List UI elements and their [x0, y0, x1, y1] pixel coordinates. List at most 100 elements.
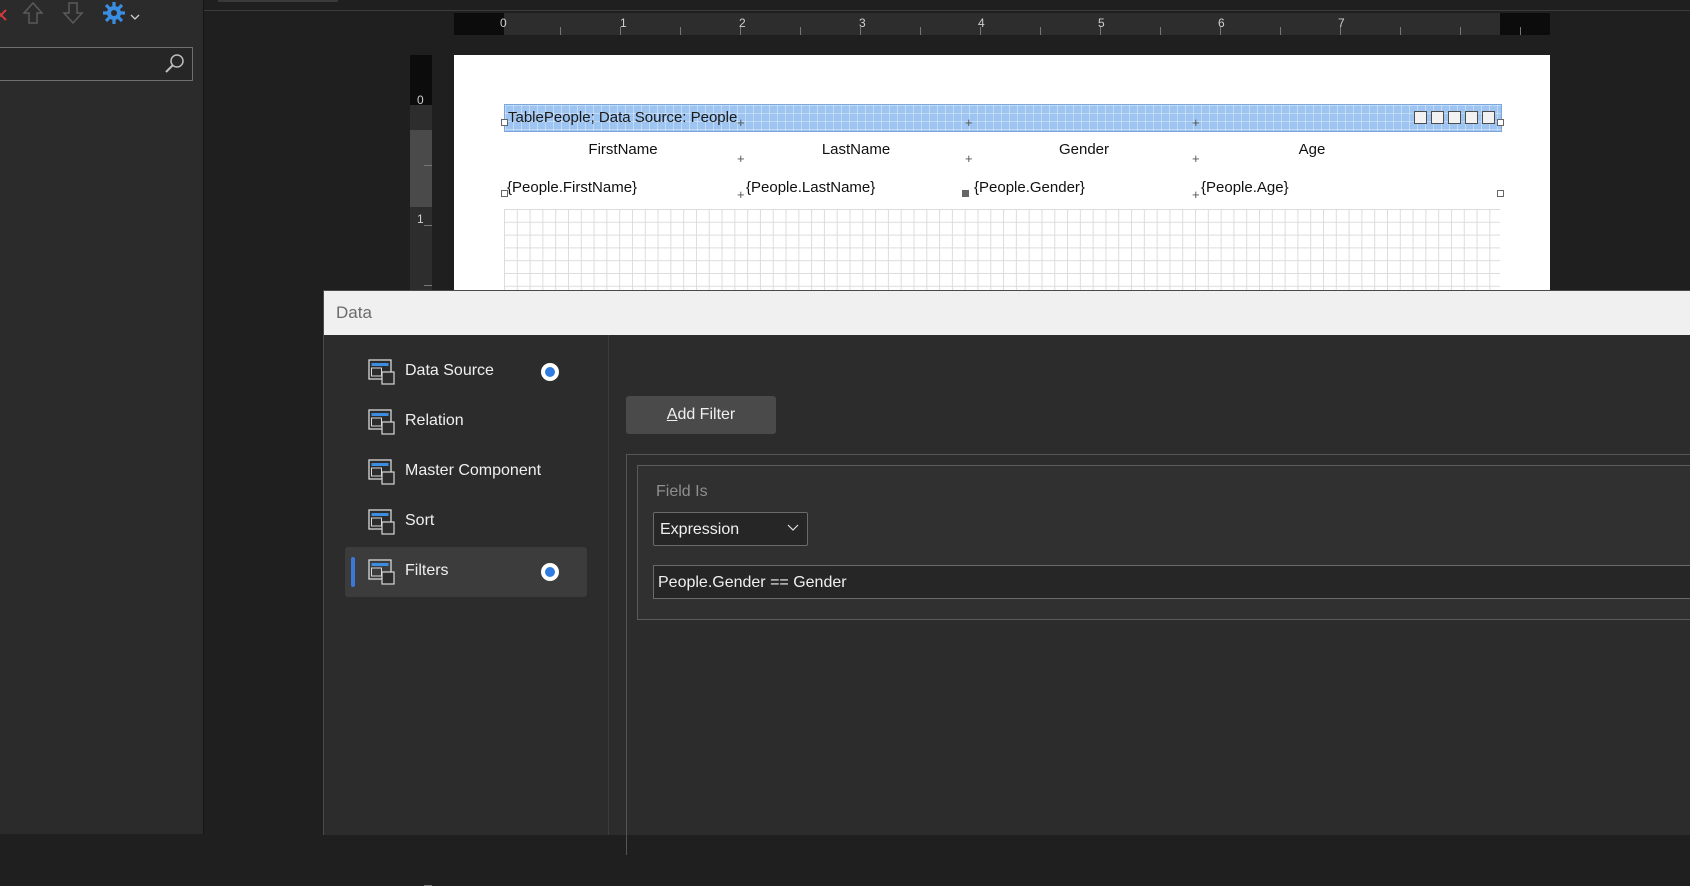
ruler-label: 6 [1218, 16, 1225, 30]
dialog-nav: Data Source Relation Master Component Sort F… [324, 335, 609, 835]
gear-icon[interactable] [102, 0, 126, 26]
ruler-label: 4 [978, 16, 985, 30]
column-header-age[interactable]: Age [1198, 141, 1426, 158]
cell-marker: + [965, 151, 973, 166]
data-dialog: Data Data Source Relation Master Component… [323, 290, 1690, 855]
cell-marker: + [1192, 115, 1200, 130]
resize-handle[interactable] [962, 190, 969, 197]
add-filter-button[interactable]: Add Filter [626, 396, 776, 434]
ruler-tick [1160, 27, 1161, 35]
nav-item-data-source[interactable]: Data Source [345, 347, 587, 397]
resize-handle[interactable] [501, 119, 508, 126]
nav-item-relation[interactable]: Relation [345, 397, 587, 447]
ruler-margin [1500, 13, 1550, 35]
chevron-down-icon [787, 524, 799, 531]
ruler-margin [454, 13, 504, 35]
ruler-label: 1 [417, 212, 424, 226]
ruler-tick [1100, 27, 1101, 35]
field-type-select[interactable]: Expression [653, 512, 808, 546]
filter-item: Field Is Expression People.Gender == Gen… [637, 465, 1690, 620]
search-icon[interactable] [164, 53, 186, 75]
band-tool-icon[interactable] [1448, 111, 1461, 124]
nav-item-label: Data Source [405, 362, 494, 379]
cell-firstname[interactable]: {People.FirstName} [507, 179, 637, 196]
cell-lastname[interactable]: {People.LastName} [746, 179, 875, 196]
ruler-tick [680, 27, 681, 35]
master-component-icon [368, 459, 395, 485]
nav-item-filters[interactable]: Filters [345, 547, 587, 597]
dialog-titlebar[interactable]: Data [324, 291, 1690, 335]
nav-item-sort[interactable]: Sort [345, 497, 587, 547]
cell-age[interactable]: {People.Age} [1201, 179, 1289, 196]
add-filter-mnemonic: A [666, 406, 678, 423]
field-type-value: Expression [660, 521, 740, 538]
resize-handle[interactable] [501, 190, 508, 197]
filter-icon [368, 559, 395, 585]
ruler-tick [560, 27, 561, 35]
resize-handle[interactable] [1497, 119, 1504, 126]
cell-gender[interactable]: {People.Gender} [974, 179, 1085, 196]
ruler-tick [800, 27, 801, 35]
relation-icon [368, 409, 395, 435]
ruler-tick [1280, 27, 1281, 35]
search-input[interactable] [0, 47, 193, 81]
column-header-firstname[interactable]: FirstName [504, 141, 742, 158]
ruler-tick [1220, 27, 1221, 35]
ruler-tick [424, 225, 432, 226]
ruler-tick [424, 285, 432, 286]
band-tool-icon[interactable] [1431, 111, 1444, 124]
ruler-label: 1 [620, 16, 627, 30]
copy-icon[interactable] [1482, 111, 1495, 124]
add-filter-label: dd Filter [677, 406, 736, 423]
ruler-tick [620, 27, 621, 35]
chevron-down-icon[interactable] [1465, 111, 1478, 124]
band-title: TablePeople; Data Source: People [508, 109, 738, 126]
nav-item-master-component[interactable]: Master Component [345, 447, 587, 497]
ruler-tick [980, 27, 981, 35]
cell-marker: + [965, 115, 973, 130]
horizontal-ruler: 01234567 [454, 13, 1550, 35]
ruler-label: 5 [1098, 16, 1105, 30]
expression-value: People.Gender == Gender [658, 574, 847, 591]
band-tool-icon[interactable] [1414, 111, 1427, 124]
chevron-down-icon[interactable] [130, 4, 140, 30]
dialog-content: Add Filter Field Is Expression People.Ge… [609, 335, 1690, 855]
cell-marker: + [1192, 151, 1200, 166]
ruler-label: 0 [417, 93, 424, 107]
ruler-tick [740, 27, 741, 35]
status-dot [541, 363, 559, 381]
column-header-lastname[interactable]: LastName [742, 141, 970, 158]
cell-marker: + [737, 115, 745, 130]
table-band[interactable]: TablePeople; Data Source: People [504, 104, 1502, 132]
band-toolbar [1414, 111, 1495, 124]
arrow-down-icon[interactable] [62, 0, 84, 26]
column-header-gender[interactable]: Gender [970, 141, 1198, 158]
resize-handle[interactable] [1497, 190, 1504, 197]
dialog-title: Data [336, 303, 372, 322]
tab-strip [218, 0, 338, 2]
ruler-tick [860, 27, 861, 35]
field-is-label: Field Is [656, 483, 708, 500]
nav-item-label: Filters [405, 562, 449, 579]
ruler-tick [1520, 27, 1521, 35]
ruler-tick [1040, 27, 1041, 35]
ruler-tick [1340, 27, 1341, 35]
cell-marker: + [737, 187, 745, 202]
divider [204, 10, 1690, 11]
nav-item-label: Relation [405, 412, 464, 429]
selected-indicator [351, 557, 355, 587]
data-source-icon [368, 359, 395, 385]
cell-marker: + [737, 151, 745, 166]
status-dot [541, 563, 559, 581]
cell-marker: + [1192, 187, 1200, 202]
sort-icon [368, 509, 395, 535]
ruler-tick [1400, 27, 1401, 35]
ruler-tick [1460, 27, 1461, 35]
ruler-label: 0 [500, 16, 507, 30]
left-panel [0, 0, 204, 834]
ruler-label: 7 [1338, 16, 1345, 30]
close-icon[interactable] [0, 2, 10, 28]
arrow-up-icon[interactable] [22, 0, 44, 26]
expression-input[interactable]: People.Gender == Gender [653, 565, 1690, 599]
ruler-tick [424, 165, 432, 166]
